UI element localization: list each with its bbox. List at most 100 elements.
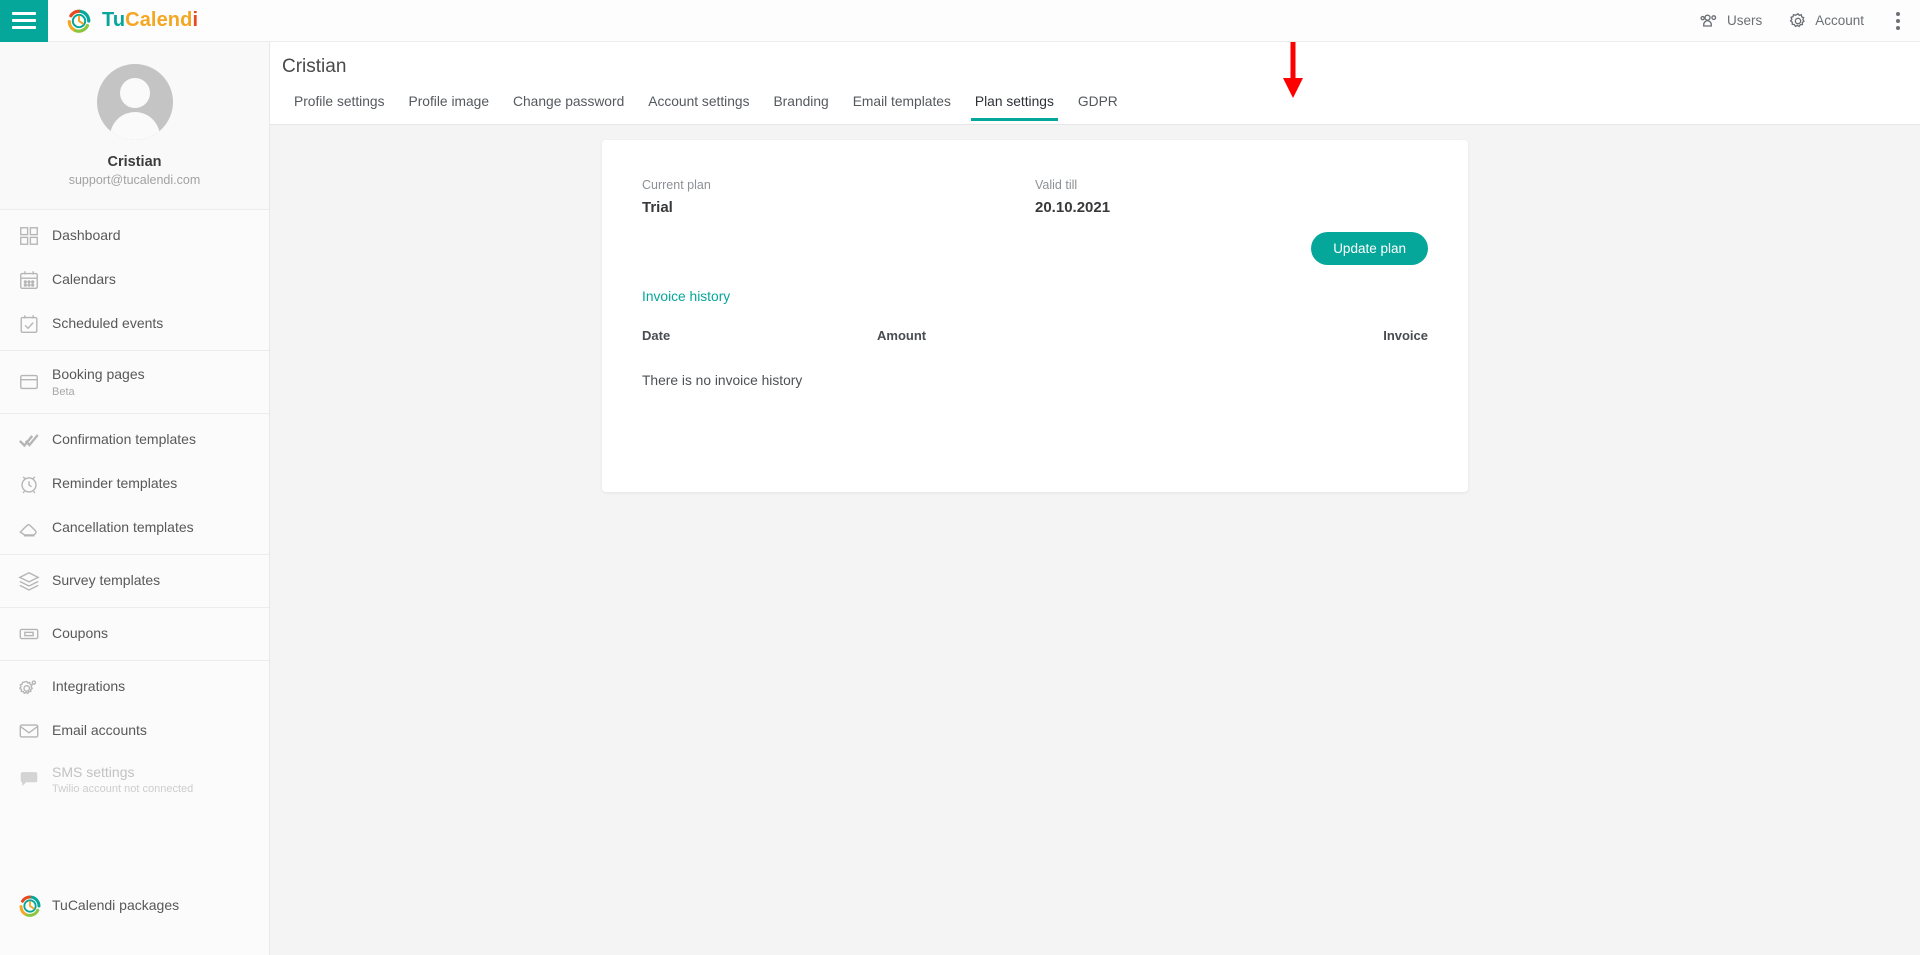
kebab-dot [1896,18,1900,23]
sidebar-item-booking-pages[interactable]: Booking pages Beta [0,355,269,409]
users-button[interactable]: Users [1700,11,1762,31]
sidebar-item-dashboard[interactable]: Dashboard [0,214,269,258]
profile-name: Cristian [107,154,162,170]
window-icon [20,374,38,389]
page-title: Cristian [282,56,347,77]
hamburger-icon-line [12,26,36,29]
kebab-dot [1896,11,1900,16]
sidebar-item-labels: Scheduled events [52,315,163,333]
tab-email-templates[interactable]: Email templates [841,90,963,121]
sidebar-item-label: Confirmation templates [52,430,196,447]
tab-profile-image[interactable]: Profile image [397,90,502,121]
invoice-history-table: Date Amount Invoice There is no invoice … [642,328,1428,388]
update-plan-button[interactable]: Update plan [1311,232,1428,265]
sidebar-group: Integrations Email accounts SMS settings Tw… [0,661,269,811]
calendar-icon [20,271,38,289]
brand-logo-link[interactable]: TuCalendi [66,8,198,34]
sidebar-item-reminder-templates[interactable]: Reminder templates [0,462,269,506]
window-icon [18,371,52,393]
sidebar-item-calendars[interactable]: Calendars [0,258,269,302]
sidebar-footer-labels: TuCalendi packages [52,897,179,915]
current-plan-value: Trial [642,199,673,216]
sidebar-group: Dashboard Calendars Scheduled events [0,210,269,351]
invoice-history-link[interactable]: Invoice history [642,289,730,304]
sidebar-item-label: Survey templates [52,571,161,588]
tab-account-settings[interactable]: Account settings [636,90,761,121]
current-plan-label: Current plan [642,178,711,192]
sidebar-item-label: Cancellation templates [52,518,194,535]
layers-icon [18,571,40,591]
sidebar-item-label: Booking pages [52,366,145,382]
ticket-icon [19,628,39,639]
tab-bar: Profile settings Profile image Change pass… [270,90,1920,121]
hamburger-menu-button[interactable] [0,0,48,42]
sidebar-nav: Dashboard Calendars Scheduled events Bookin… [0,210,269,810]
ticket-icon [18,623,52,645]
page-header: Cristian Profile settings Profile image Ch… [270,32,1920,125]
sidebar-group: Survey templates [0,555,269,608]
sidebar-footer: TuCalendi packages [0,867,269,955]
users-label: Users [1726,13,1763,28]
overflow-menu-button[interactable] [1890,8,1906,34]
tab-change-password[interactable]: Change password [501,90,636,121]
invoice-table-header: Date Amount Invoice [642,328,1428,347]
column-header-amount: Amount [877,328,927,343]
account-button[interactable]: Account [1788,11,1864,31]
plan-summary-row: Current plan Trial Valid till 20.10.2021 [642,178,1428,216]
invoice-table-empty-message: There is no invoice history [642,373,803,388]
double-check-icon [18,429,52,451]
tucalendi-clock-logo-icon [67,9,91,33]
sidebar: Cristian support@tucalendi.com Dashboard… [0,42,270,955]
eraser-icon [18,517,52,539]
gears-icon [18,676,52,698]
current-plan-field: Current plan Trial [642,178,1035,216]
sidebar-group: Confirmation templates Reminder templates… [0,414,269,555]
top-bar: TuCalendi Users Account [0,0,1920,42]
grid-icon [18,225,52,247]
tab-plan-settings[interactable]: Plan settings [963,90,1066,121]
column-header-date: Date [642,328,671,343]
sidebar-item-label: TuCalendi packages [52,897,180,914]
alarm-clock-icon [18,473,52,495]
sidebar-item-tucalendi-packages[interactable]: TuCalendi packages [0,883,269,929]
sidebar-item-label: Scheduled events [52,315,164,332]
sidebar-item-labels: Reminder templates [52,475,177,493]
tab-branding[interactable]: Branding [761,90,840,121]
sidebar-item-labels: Dashboard [52,227,121,245]
main-content: Cristian Profile settings Profile image Ch… [270,32,1920,955]
hamburger-icon-line [12,12,36,15]
sidebar-item-label: Email accounts [52,721,147,738]
sidebar-item-sublabel: Beta [52,385,75,398]
sidebar-item-label: Reminder templates [52,474,178,491]
sidebar-item-coupons[interactable]: Coupons [0,612,269,656]
sidebar-item-integrations[interactable]: Integrations [0,665,269,709]
profile-email: support@tucalendi.com [68,173,201,187]
sidebar-item-labels: Calendars [52,271,116,289]
avatar-head [119,78,150,108]
sidebar-item-survey-templates[interactable]: Survey templates [0,559,269,603]
envelope-icon [19,723,39,738]
sidebar-item-label: Integrations [52,677,126,694]
users-group-icon [1700,14,1717,27]
sidebar-item-labels: Booking pages Beta [52,366,145,398]
top-bar-actions: Users Account [1700,8,1920,34]
sidebar-item-label: SMS settings [52,763,135,780]
sidebar-item-sublabel: Twilio account not connected [52,783,194,795]
content-area: Current plan Trial Valid till 20.10.2021… [270,125,1920,492]
tab-gdpr[interactable]: GDPR [1066,90,1130,121]
brand-name: TuCalendi [102,9,198,32]
valid-till-value: 20.10.2021 [1035,199,1111,216]
eraser-icon [19,523,37,536]
sidebar-item-cancellation-templates[interactable]: Cancellation templates [0,506,269,550]
avatar-body [109,112,160,140]
user-avatar-placeholder-icon [96,64,173,140]
sidebar-item-scheduled-events[interactable]: Scheduled events [0,302,269,346]
sidebar-item-sms-settings: SMS settings Twilio account not connected [0,753,269,807]
grid-icon [20,227,38,245]
sidebar-item-confirmation-templates[interactable]: Confirmation templates [0,418,269,462]
tucalendi-clock-logo-icon [18,894,52,918]
sidebar-group: Coupons [0,608,269,661]
tab-profile-settings[interactable]: Profile settings [282,90,397,121]
sms-bubble-icon [18,768,52,790]
sidebar-item-email-accounts[interactable]: Email accounts [0,709,269,753]
